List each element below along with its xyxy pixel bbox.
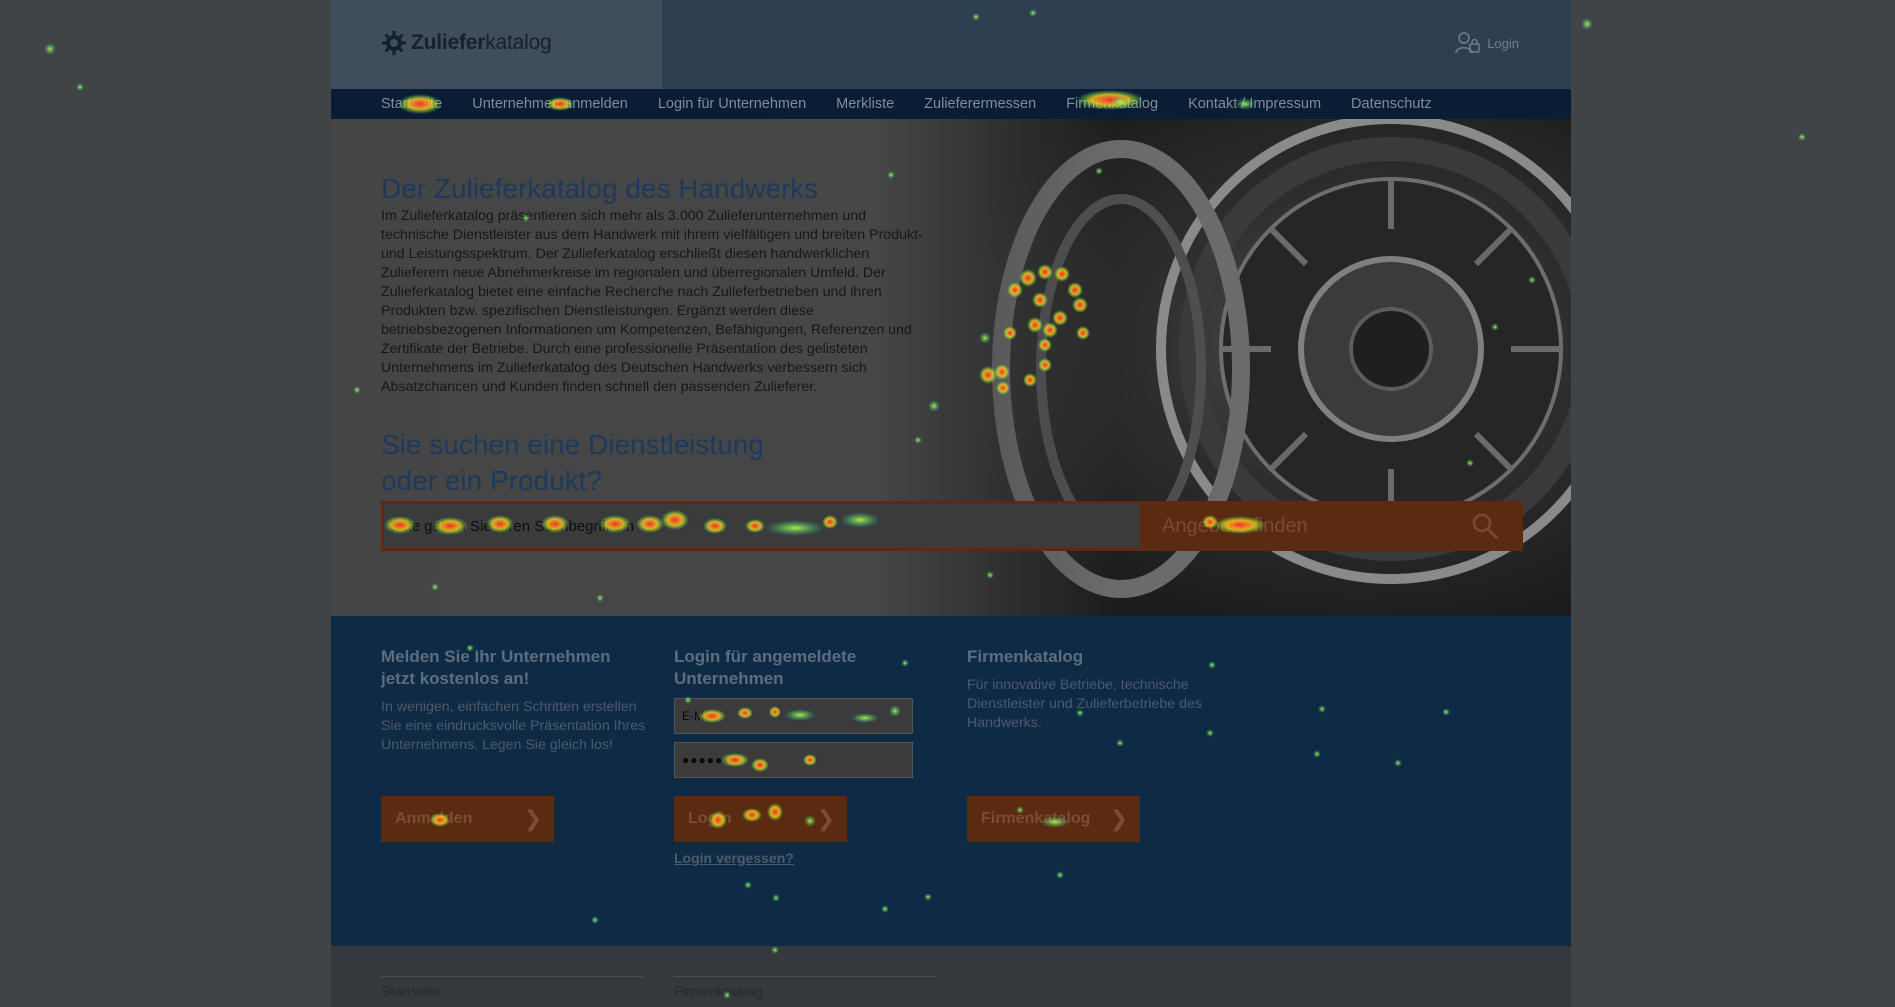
search-button[interactable]: Angebote finden (1140, 504, 1520, 548)
nav-item-login-unternehmen[interactable]: Login für Unternehmen (658, 96, 806, 112)
site-footer: Startseite Firmenkatalog (331, 946, 1571, 1007)
chevron-right-icon: ❯ (523, 806, 542, 831)
user-lock-icon (1455, 32, 1480, 54)
nav-item-datenschutz[interactable]: Datenschutz (1351, 96, 1432, 112)
chevron-right-icon: ❯ (816, 806, 835, 831)
search-icon (1472, 513, 1499, 540)
nav-item-firmenkatalog[interactable]: Firmenkatalog (1066, 96, 1158, 112)
site-header: Zulieferkatalog Login (331, 0, 1571, 89)
register-button[interactable]: Anmelden ❯ (381, 796, 554, 842)
footer-link-startseite[interactable]: Startseite (381, 976, 643, 999)
forgot-login-link[interactable]: Login vergessen? (674, 850, 794, 866)
nav-item-unternehmen-anmelden[interactable]: Unternehmen anmelden (472, 96, 628, 112)
chevron-right-icon: ❯ (1109, 806, 1128, 831)
header-login-link[interactable]: Login (1455, 31, 1519, 55)
nav-item-kontakt-impressum[interactable]: Kontakt / Impressum (1188, 96, 1321, 112)
register-title: Melden Sie Ihr Unternehmen jetzt kostenl… (381, 647, 611, 688)
nav-item-merkliste[interactable]: Merkliste (836, 96, 894, 112)
login-column: Login für angemeldete Unternehmen E-Mail… (674, 646, 934, 946)
hero-title: Der Zulieferkatalog des Handwerks (381, 173, 819, 204)
nav-item-zulieferermessen[interactable]: Zulieferermessen (924, 96, 1036, 112)
gear-logo-icon (382, 31, 406, 55)
register-text: In wenigen, einfachen Schritten erstelle… (381, 699, 646, 753)
search-button-label: Angebote finden (1162, 514, 1308, 537)
main-nav: Startseite Unternehmen anmelden Login fü… (331, 89, 1571, 119)
header-login-label: Login (1487, 35, 1519, 51)
logo-text: Zulieferkatalog (411, 31, 552, 54)
login-button[interactable]: Login ❯ (674, 796, 847, 842)
login-title: Login für angemeldete Unternehmen (674, 647, 857, 688)
register-column: Melden Sie Ihr Unternehmen jetzt kostenl… (381, 646, 647, 755)
site-logo[interactable]: Zulieferkatalog (381, 28, 552, 58)
register-button-label: Anmelden (395, 810, 473, 827)
catalog-button[interactable]: Firmenkatalog ❯ (967, 796, 1140, 842)
catalog-column: Firmenkatalog Für innovative Betriebe, t… (967, 646, 1237, 733)
hero-section: Der Zulieferkatalog des Handwerks Im Zul… (331, 119, 1571, 616)
nav-item-startseite[interactable]: Startseite (381, 96, 442, 112)
search-input[interactable] (384, 504, 1140, 548)
footer-link-firmenkatalog[interactable]: Firmenkatalog (674, 976, 936, 999)
search-title: Sie suchen eine Dienstleistung oder ein P… (381, 429, 764, 496)
login-button-label: Login (688, 810, 732, 827)
catalog-text: Für innovative Betriebe, technische Dien… (967, 677, 1203, 731)
info-section: Melden Sie Ihr Unternehmen jetzt kostenl… (331, 616, 1571, 946)
search-bar: Angebote finden (381, 501, 1523, 551)
password-field[interactable]: ●●●●●●● (674, 742, 913, 778)
catalog-title: Firmenkatalog (967, 647, 1084, 666)
catalog-button-label: Firmenkatalog (981, 810, 1091, 827)
page: Zulieferkatalog Login Startseite Unterne… (331, 0, 1571, 1007)
hero-description: Im Zulieferkatalog präsentieren sich meh… (381, 208, 923, 395)
email-field[interactable]: E-Mail (674, 698, 913, 734)
